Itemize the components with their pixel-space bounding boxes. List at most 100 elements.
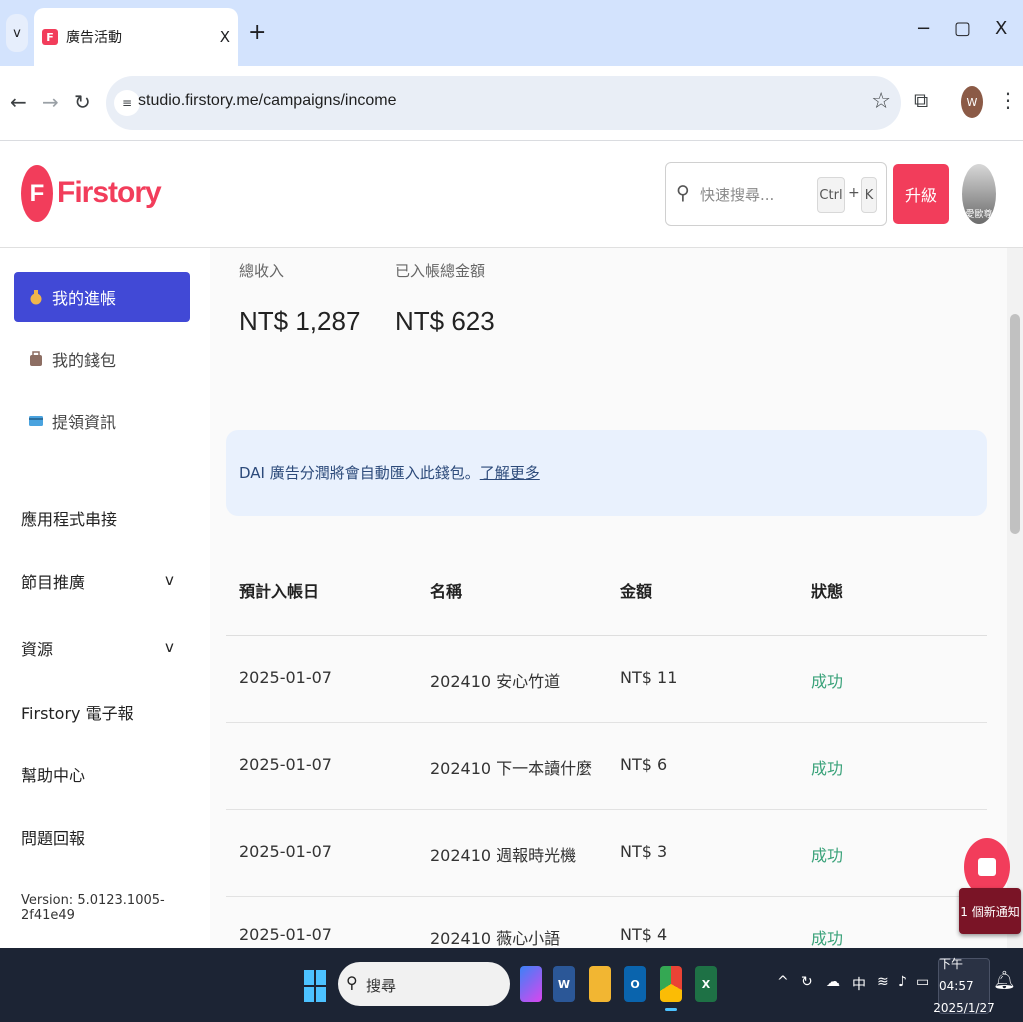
page-scrollbar[interactable]: [1007, 248, 1023, 948]
column-header-expected-date: 預計入帳日: [239, 582, 320, 601]
copilot-icon[interactable]: [520, 966, 542, 1002]
column-header-amount: 金額: [620, 582, 653, 601]
forward-button[interactable]: →: [42, 90, 59, 114]
main-content: 總收入 NT$ 1,287 已入帳總金額 NT$ 623 DAI 廣告分潤將會自…: [210, 248, 1007, 948]
table-row[interactable]: 2025-01-07 202410 下一本讀什麼 NT$ 6 成功: [226, 723, 987, 810]
outlook-icon[interactable]: O: [624, 966, 646, 1002]
wallet-icon: [28, 351, 44, 367]
chevron-down-icon[interactable]: v: [165, 638, 174, 656]
tray-overflow-icon[interactable]: ^: [777, 974, 789, 990]
kbd-ctrl: Ctrl: [817, 177, 845, 213]
back-button[interactable]: ←: [10, 90, 27, 114]
scrollbar-thumb[interactable]: [1010, 314, 1020, 534]
table-header: 預計入帳日 名稱 金額 狀態: [226, 548, 987, 636]
version-label: Version: 5.0123.1005-2f41e49: [21, 893, 165, 923]
learn-more-link[interactable]: 了解更多: [480, 464, 540, 482]
browser-toolbar: ← → ↻ ≡ studio.firstory.me/campaigns/inc…: [0, 66, 1023, 141]
cell-amount: NT$ 4: [620, 925, 668, 944]
column-header-status: 狀態: [811, 582, 844, 601]
wifi-icon[interactable]: ≋: [877, 974, 889, 990]
windows-start-icon[interactable]: [304, 970, 326, 1002]
sidebar-item-label: 提領資訊: [52, 413, 117, 432]
clock-date: 2025/1/27: [933, 1001, 995, 1015]
clock-time: 下午 04:57: [939, 957, 974, 993]
browser-tab-bar: v F 廣告活動 X + − ▢ X: [0, 0, 1023, 66]
search-icon: ⚲: [346, 973, 358, 992]
weather-icon[interactable]: ☁: [826, 974, 840, 990]
tab-list-button[interactable]: v: [6, 14, 28, 52]
sidebar-section-integrations[interactable]: 應用程式串接: [21, 506, 117, 530]
cell-status: 成功: [811, 929, 844, 948]
minimize-button[interactable]: −: [916, 18, 931, 39]
stat-value-total-income: NT$ 1,287: [239, 306, 361, 336]
sidebar-section-newsletter[interactable]: Firstory 電子報: [21, 700, 134, 724]
window-close-button[interactable]: X: [995, 18, 1007, 39]
sidebar-item-withdraw-info[interactable]: 提領資訊: [14, 396, 190, 446]
firstory-logo-text[interactable]: Firstory: [57, 176, 162, 210]
new-tab-button[interactable]: +: [248, 20, 266, 45]
url-text[interactable]: studio.firstory.me/campaigns/income: [138, 92, 396, 110]
user-avatar[interactable]: 愛歐尊: [962, 164, 996, 224]
bookmark-star-icon[interactable]: ☆: [871, 89, 891, 114]
cell-name: 202410 下一本讀什麼: [430, 759, 593, 778]
notification-bell-icon[interactable]: 🔔︎: [993, 970, 1016, 991]
taskbar-search[interactable]: ⚲ 搜尋: [338, 962, 510, 1006]
sidebar-item-income[interactable]: 我的進帳: [14, 272, 190, 322]
volume-icon[interactable]: ♪: [898, 974, 907, 990]
table-row[interactable]: 2025-01-07 202410 安心竹道 NT$ 11 成功: [226, 636, 987, 723]
cell-name: 202410 安心竹道: [430, 672, 561, 691]
kbd-plus: +: [848, 185, 860, 201]
address-bar[interactable]: ≡ studio.firstory.me/campaigns/income ☆: [106, 76, 901, 130]
firstory-logo-icon[interactable]: F: [21, 165, 53, 222]
tab-title: 廣告活動: [66, 30, 122, 46]
cell-status: 成功: [811, 672, 844, 691]
cell-name: 202410 週報時光機: [430, 846, 577, 865]
chrome-icon[interactable]: [660, 966, 682, 1002]
upgrade-button[interactable]: 升級: [893, 164, 949, 224]
sidebar: 我的進帳 我的錢包 提領資訊 應用程式串接 節目推廣 v 資源 v Firsto…: [0, 248, 210, 948]
cell-date: 2025-01-07: [239, 925, 332, 944]
info-banner-text: DAI 廣告分潤將會自動匯入此錢包。了解更多: [239, 462, 540, 483]
cell-name: 202410 薇心小語: [430, 929, 561, 948]
sidebar-item-wallet[interactable]: 我的錢包: [14, 334, 190, 384]
column-header-name: 名稱: [430, 582, 463, 601]
extensions-icon[interactable]: ⧉: [914, 88, 928, 112]
kbd-k: K: [861, 177, 877, 213]
ime-indicator[interactable]: 中: [852, 974, 866, 994]
browser-tab[interactable]: F 廣告活動 X: [34, 8, 238, 66]
firstory-favicon-icon: F: [42, 29, 58, 45]
word-icon[interactable]: W: [553, 966, 575, 1002]
restore-button[interactable]: ▢: [954, 18, 971, 39]
taskbar-clock[interactable]: 下午 04:57 2025/1/27: [933, 957, 995, 1015]
sidebar-section-resources[interactable]: 資源: [21, 636, 53, 660]
notification-toast[interactable]: 1 個新通知: [959, 888, 1021, 934]
tab-close-icon[interactable]: X: [220, 28, 230, 46]
info-banner: DAI 廣告分潤將會自動匯入此錢包。了解更多: [226, 430, 987, 516]
table-row[interactable]: 2025-01-07 202410 週報時光機 NT$ 3 成功: [226, 810, 987, 897]
card-icon: [28, 413, 44, 429]
reload-button[interactable]: ↻: [74, 90, 91, 114]
sync-icon[interactable]: ↻: [801, 974, 813, 990]
os-taskbar: ⚲ 搜尋 W O X ^ ↻ ☁ 中 ≋ ♪ ▭ 下午 04:57 2025/1…: [0, 948, 1023, 1022]
cell-status: 成功: [811, 759, 844, 778]
sidebar-section-promotion[interactable]: 節目推廣: [21, 569, 85, 593]
sidebar-item-label: 我的錢包: [52, 351, 117, 370]
cell-date: 2025-01-07: [239, 755, 332, 774]
cell-date: 2025-01-07: [239, 842, 332, 861]
sidebar-section-bug-report[interactable]: 問題回報: [21, 825, 85, 849]
cell-amount: NT$ 6: [620, 755, 668, 774]
battery-icon[interactable]: ▭: [916, 974, 929, 990]
stat-value-settled-amount: NT$ 623: [395, 306, 495, 336]
table-row[interactable]: 2025-01-07 202410 薇心小語 NT$ 4 成功: [226, 897, 987, 948]
search-icon: ⚲: [676, 182, 690, 204]
sidebar-section-help-center[interactable]: 幫助中心: [21, 762, 85, 786]
stat-label-total-income: 總收入: [239, 262, 285, 280]
excel-icon[interactable]: X: [695, 966, 717, 1002]
cell-status: 成功: [811, 846, 844, 865]
profile-avatar[interactable]: W: [961, 86, 983, 118]
quick-search-input[interactable]: ⚲ 快速搜尋... Ctrl + K: [665, 162, 887, 226]
file-explorer-icon[interactable]: [589, 966, 611, 1002]
browser-menu-icon[interactable]: ⋮: [998, 88, 1018, 112]
chevron-down-icon[interactable]: v: [165, 571, 174, 589]
site-info-icon[interactable]: ≡: [114, 90, 140, 116]
